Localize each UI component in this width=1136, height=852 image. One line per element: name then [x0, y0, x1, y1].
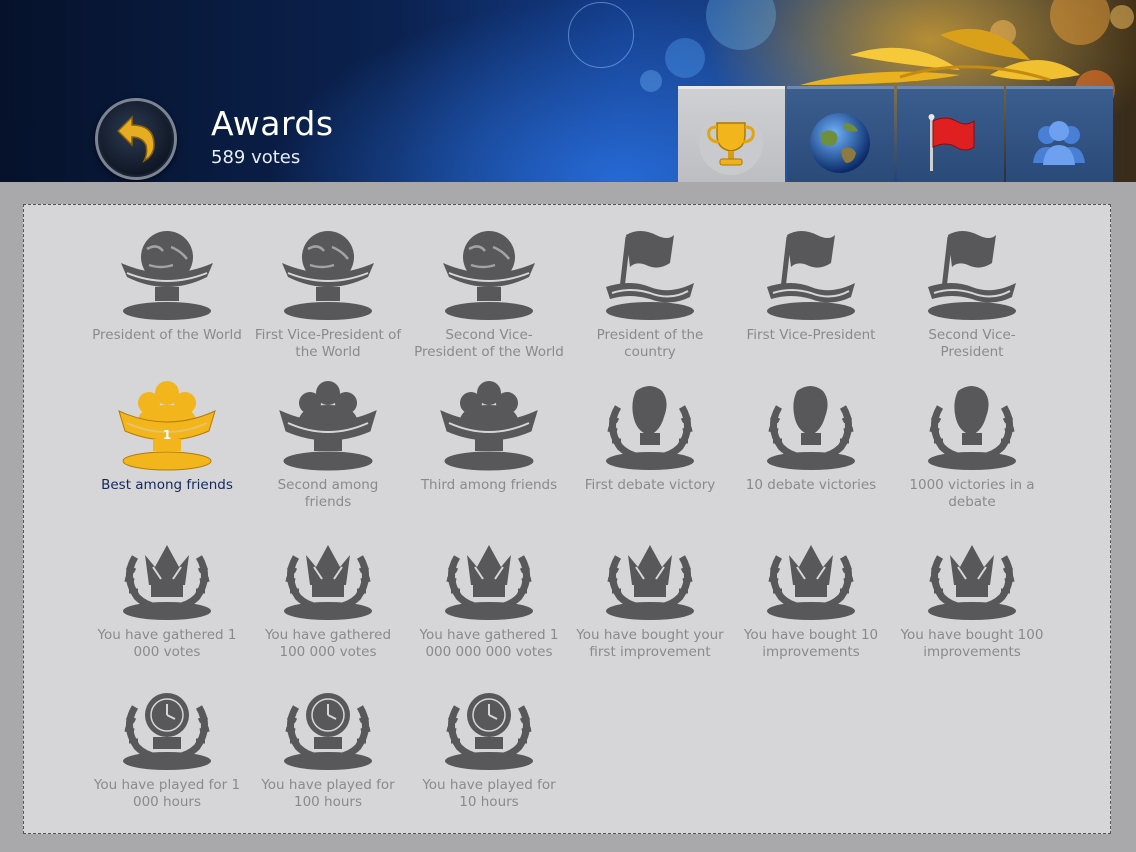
tab-world[interactable]: [787, 86, 894, 182]
globe-icon: [810, 113, 870, 173]
award-item[interactable]: You have gathered 1 000 votes: [92, 527, 242, 660]
award-item[interactable]: You have bought 10 improvements: [736, 527, 886, 660]
tab-awards[interactable]: [678, 86, 785, 182]
award-item[interactable]: First Vice-President: [736, 227, 886, 344]
award-item[interactable]: 10 debate victories: [736, 377, 886, 494]
boxing-glove-trophy-icon: [928, 386, 1016, 470]
tab-friends[interactable]: [1006, 86, 1113, 182]
award-item[interactable]: Second Vice-President of the World: [414, 227, 564, 360]
award-item[interactable]: You have bought 100 improvements: [897, 527, 1047, 660]
award-label: Second Vice-President of the World: [414, 327, 564, 360]
award-item[interactable]: You have gathered 100 000 votes: [253, 527, 403, 660]
award-label: Second among friends: [277, 477, 379, 510]
tab-bar: [678, 86, 1114, 182]
tab-country[interactable]: [897, 86, 1004, 182]
award-label: You have bought 10 improvements: [743, 627, 879, 660]
flag-trophy-icon: [928, 231, 1016, 320]
crown-wreath-icon: [123, 545, 211, 620]
award-label: 1000 victories in a debate: [909, 477, 1035, 510]
award-label: You have gathered 1 000 000 000 votes: [419, 627, 559, 660]
award-item[interactable]: Second Vice-President: [897, 227, 1047, 360]
people-icon: [1033, 121, 1085, 165]
award-item[interactable]: You have gathered 1 000 000 000 votes: [414, 527, 564, 660]
award-label: First Vice-President: [746, 327, 876, 343]
award-item[interactable]: President of the World: [92, 227, 242, 344]
award-item[interactable]: You have played for 10 hours: [414, 677, 564, 810]
award-item[interactable]: Third among friends: [414, 377, 564, 494]
crown-wreath-icon: [767, 545, 855, 620]
boxing-glove-trophy-icon: [767, 386, 855, 470]
friends-trophy-icon: [440, 381, 538, 471]
crown-wreath-icon: [606, 545, 694, 620]
award-item[interactable]: First Vice-President of the World: [253, 227, 403, 360]
award-label: Third among friends: [420, 477, 558, 493]
flag-icon: [928, 114, 975, 171]
award-label: You have bought your first improvement: [576, 627, 724, 660]
award-label: You have played for 100 hours: [261, 777, 395, 810]
award-label: President of the country: [596, 327, 704, 360]
page-title: Awards: [211, 104, 334, 143]
award-label: You have played for 10 hours: [422, 777, 556, 810]
award-label: First Vice-President of the World: [254, 327, 402, 360]
clock-wreath-icon: [445, 693, 533, 770]
award-item[interactable]: You have played for 1 000 hours: [92, 677, 242, 810]
award-label: Best among friends: [101, 477, 233, 493]
award-item[interactable]: 1000 victories in a debate: [897, 377, 1047, 510]
friends-trophy-icon: 1: [118, 381, 216, 471]
globe-trophy-icon: [282, 231, 374, 320]
back-button[interactable]: [95, 98, 177, 180]
trophy-icon: [699, 111, 763, 175]
award-label: 10 debate victories: [745, 477, 877, 493]
svg-text:1: 1: [163, 428, 171, 442]
crown-wreath-icon: [284, 545, 372, 620]
award-label: You have played for 1 000 hours: [93, 777, 241, 810]
award-label: You have gathered 100 000 votes: [264, 627, 392, 660]
crown-wreath-icon: [928, 545, 1016, 620]
award-item[interactable]: You have played for 100 hours: [253, 677, 403, 810]
award-item[interactable]: Second among friends: [253, 377, 403, 510]
award-item[interactable]: 1 Best among friends: [92, 377, 242, 494]
award-label: First debate victory: [584, 477, 716, 493]
globe-trophy-icon: [121, 231, 213, 320]
crown-wreath-icon: [445, 545, 533, 620]
awards-grid: President of the World First Vice-Presid…: [23, 204, 1111, 834]
votes-count: 589 votes: [211, 147, 301, 168]
boxing-glove-trophy-icon: [606, 386, 694, 470]
award-item[interactable]: You have bought your first improvement: [575, 527, 725, 660]
flag-trophy-icon: [767, 231, 855, 320]
award-item[interactable]: First debate victory: [575, 377, 725, 494]
back-arrow-icon: [116, 115, 155, 163]
clock-wreath-icon: [123, 693, 211, 770]
clock-wreath-icon: [284, 693, 372, 770]
friends-trophy-icon: [279, 381, 377, 471]
award-item[interactable]: President of the country: [575, 227, 725, 360]
laurel-leaves-icon: [800, 28, 1080, 85]
award-label: President of the World: [92, 327, 242, 343]
header-banner: Awards 589 votes: [0, 0, 1136, 182]
globe-trophy-icon: [443, 231, 535, 320]
flag-trophy-icon: [606, 231, 694, 320]
award-label: Second Vice-President: [928, 327, 1016, 360]
award-label: You have bought 100 improvements: [900, 627, 1044, 660]
award-label: You have gathered 1 000 votes: [97, 627, 237, 660]
